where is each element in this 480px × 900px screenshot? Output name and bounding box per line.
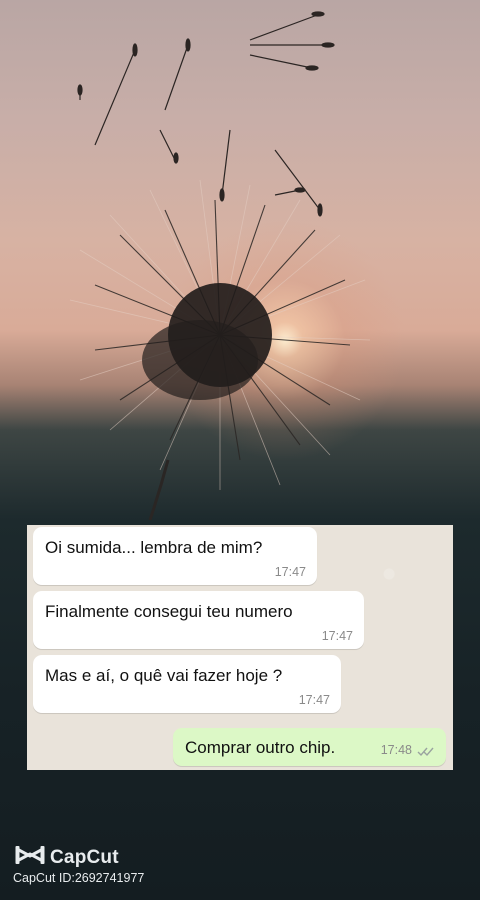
message-bubble-incoming[interactable]: Finalmente consegui teu numero 17:47 (33, 591, 364, 649)
message-time: 17:48 (380, 743, 412, 757)
message-text: Oi sumida... lembra de mim? (45, 538, 263, 557)
double-check-icon (417, 742, 435, 762)
message-time: 17:47 (298, 693, 330, 707)
capcut-brand-text: CapCut (50, 847, 119, 868)
message-bubble-incoming[interactable]: Mas e aí, o quê vai fazer hoje ? 17:47 (33, 655, 341, 713)
message-bubble-outgoing[interactable]: Comprar outro chip. 17:48 (173, 728, 446, 766)
message-time: 17:47 (274, 565, 306, 579)
capcut-watermark: CapCut (14, 843, 119, 873)
message-text: Finalmente consegui teu numero (45, 602, 293, 621)
chat-panel: Oi sumida... lembra de mim? 17:47 Finalm… (27, 525, 453, 770)
message-text: Mas e aí, o quê vai fazer hoje ? (45, 666, 283, 685)
capcut-logo-icon (14, 843, 46, 873)
message-bubble-incoming[interactable]: Oi sumida... lembra de mim? 17:47 (33, 527, 317, 585)
capcut-id-text: CapCut ID:2692741977 (13, 871, 145, 885)
message-text: Comprar outro chip. (185, 738, 336, 757)
message-time: 17:47 (321, 629, 353, 643)
